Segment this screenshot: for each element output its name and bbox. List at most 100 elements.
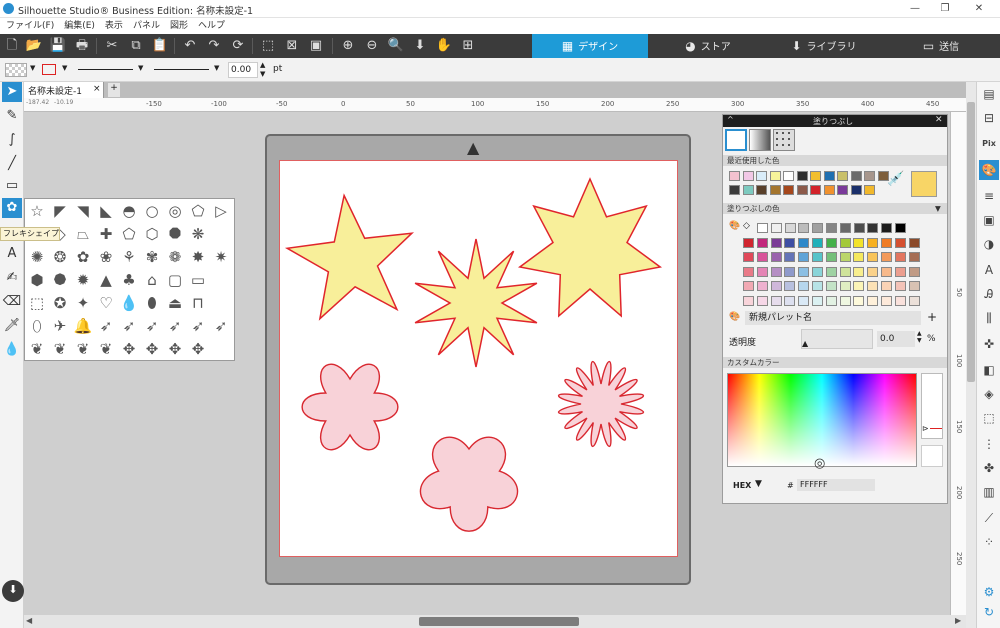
shape-option-icon[interactable]: ✹	[72, 269, 94, 291]
shape-option-icon[interactable]: ✾	[141, 246, 163, 268]
shape-option-icon[interactable]: ✥	[141, 338, 163, 360]
palette-color-swatch[interactable]	[894, 237, 906, 248]
palette-color-swatch[interactable]	[881, 223, 893, 233]
shape-option-icon[interactable]: ⊓	[187, 292, 209, 314]
move-down-icon[interactable]: ⬇	[411, 37, 429, 55]
fit-page-icon[interactable]: ⊞	[459, 37, 477, 55]
tab-send[interactable]: ▭ 送信	[882, 34, 1000, 58]
recent-color-swatch[interactable]	[850, 171, 862, 181]
shape-option-icon[interactable]: ☆	[26, 200, 48, 222]
add-palette-icon[interactable]: +	[927, 310, 937, 324]
palette-color-swatch[interactable]	[812, 281, 823, 291]
fill-solid-tab[interactable]	[725, 129, 747, 151]
collapse-icon[interactable]: ^	[727, 115, 734, 124]
shape-option-icon[interactable]: ⬯	[26, 315, 48, 337]
recent-color-swatch[interactable]	[742, 185, 754, 195]
hex-input[interactable]: FFFFFF	[797, 479, 875, 491]
palette-color-swatch[interactable]	[839, 252, 851, 262]
eraser-icon[interactable]: ⌫	[2, 292, 22, 312]
palette-color-swatch[interactable]	[908, 237, 920, 248]
undo-icon[interactable]: ↶	[181, 37, 199, 55]
palette-color-swatch[interactable]	[825, 295, 837, 306]
horizontal-scrollbar[interactable]: ◀ ▶	[24, 615, 966, 628]
palette-color-swatch[interactable]	[881, 237, 892, 248]
recent-color-swatch[interactable]	[769, 185, 781, 195]
menu-panel[interactable]: パネル	[133, 18, 160, 34]
modify-icon[interactable]: ◈	[979, 384, 999, 404]
palette-color-swatch[interactable]	[867, 237, 879, 248]
shape-option-icon[interactable]: ◓	[118, 200, 140, 222]
dropdown-icon[interactable]: ▼	[214, 64, 219, 72]
sketch-icon[interactable]: Ꭿ	[979, 284, 999, 304]
shape-option-icon[interactable]: ❀	[95, 246, 117, 268]
palette-color-swatch[interactable]	[798, 266, 810, 277]
shape-option-icon[interactable]: ➶	[95, 315, 117, 337]
palette-color-swatch[interactable]	[743, 281, 754, 291]
transform-icon[interactable]: ✜	[979, 334, 999, 354]
shape-option-icon[interactable]: ♣	[118, 269, 140, 291]
curve-icon[interactable]: ∫	[2, 130, 22, 150]
line-style-icon[interactable]: ≡	[979, 186, 999, 206]
shape-option-icon[interactable]: ⯃	[164, 223, 186, 245]
recent-color-swatch[interactable]	[796, 171, 808, 181]
recent-color-swatch[interactable]	[823, 171, 835, 181]
palette-color-swatch[interactable]	[853, 266, 865, 277]
palette-color-swatch[interactable]	[798, 281, 810, 291]
line-cap[interactable]	[154, 69, 209, 70]
zoom-select-icon[interactable]: 🔍	[387, 37, 405, 55]
puzzle-icon[interactable]: ✤	[979, 458, 999, 478]
recent-color-swatch[interactable]	[837, 185, 848, 195]
offset-icon[interactable]: ⬚	[979, 408, 999, 428]
shape-option-icon[interactable]: 💧	[118, 292, 140, 314]
palette-color-swatch[interactable]	[743, 266, 754, 277]
palette-color-swatch[interactable]	[853, 295, 865, 306]
shape-option-icon[interactable]: ▢	[164, 269, 186, 291]
shape-option-icon[interactable]: ◎	[164, 200, 186, 222]
shape-option-icon[interactable]: ⬠	[118, 223, 140, 245]
recent-color-swatch[interactable]	[783, 185, 794, 195]
palette-color-swatch[interactable]	[812, 252, 823, 262]
palette-color-swatch[interactable]	[743, 252, 754, 262]
shape-option-icon[interactable]: ⬮	[141, 292, 163, 314]
document-tab[interactable]: 名称未設定-1 ×	[24, 82, 104, 98]
save-icon[interactable]: 💾	[49, 37, 67, 55]
recent-color-swatch[interactable]	[796, 185, 808, 195]
shape-option-icon[interactable]: ♡	[95, 292, 117, 314]
palette-color-swatch[interactable]	[867, 266, 879, 277]
palette-color-swatch[interactable]	[784, 281, 796, 291]
eyedropper-icon[interactable]: 💧	[2, 340, 22, 360]
recent-color-swatch[interactable]	[729, 185, 740, 195]
shape-option-icon[interactable]: ◤	[49, 200, 71, 222]
minimize-icon[interactable]: —	[900, 0, 930, 18]
palette-color-swatch[interactable]	[798, 295, 810, 306]
recent-color-swatch[interactable]	[729, 171, 740, 181]
shape-option-icon[interactable]: ➶	[141, 315, 163, 337]
line-width-input[interactable]: 0.00	[228, 62, 258, 78]
palette-color-swatch[interactable]	[812, 266, 823, 277]
refresh-icon[interactable]: ⟳	[229, 37, 247, 55]
palette-color-swatch[interactable]	[867, 281, 879, 291]
shape-option-icon[interactable]: ❋	[187, 223, 209, 245]
recent-color-swatch[interactable]	[756, 185, 767, 195]
recent-color-swatch[interactable]	[783, 171, 794, 181]
palette-color-swatch[interactable]	[770, 237, 782, 248]
palette-color-swatch[interactable]	[839, 237, 851, 248]
library-panel-icon[interactable]: ▥	[979, 482, 999, 502]
shape-option-icon[interactable]: ⯄	[49, 269, 71, 291]
shape-option-icon[interactable]: ➶	[164, 315, 186, 337]
stepper-icon[interactable]: ▲ ▼	[260, 61, 265, 79]
flower-16-petal[interactable]	[558, 361, 644, 447]
palette-color-swatch[interactable]	[853, 237, 865, 248]
sync-icon[interactable]: ↻	[979, 602, 999, 622]
line-tool-icon[interactable]: ╱	[2, 154, 22, 174]
palette-color-swatch[interactable]	[895, 223, 906, 233]
select-arrow-icon[interactable]: ➤	[2, 82, 22, 102]
contrast-icon[interactable]: ◑	[979, 234, 999, 254]
knife-icon[interactable]: 🗡	[2, 316, 22, 336]
palette-color-swatch[interactable]	[743, 295, 754, 306]
palette-color-swatch[interactable]	[743, 237, 754, 248]
zoom-out-icon[interactable]: ⊖	[363, 37, 381, 55]
flower-6-petal[interactable]	[301, 363, 399, 451]
recent-color-swatch[interactable]	[837, 171, 848, 181]
rectangle-icon[interactable]: ▭	[2, 176, 22, 196]
